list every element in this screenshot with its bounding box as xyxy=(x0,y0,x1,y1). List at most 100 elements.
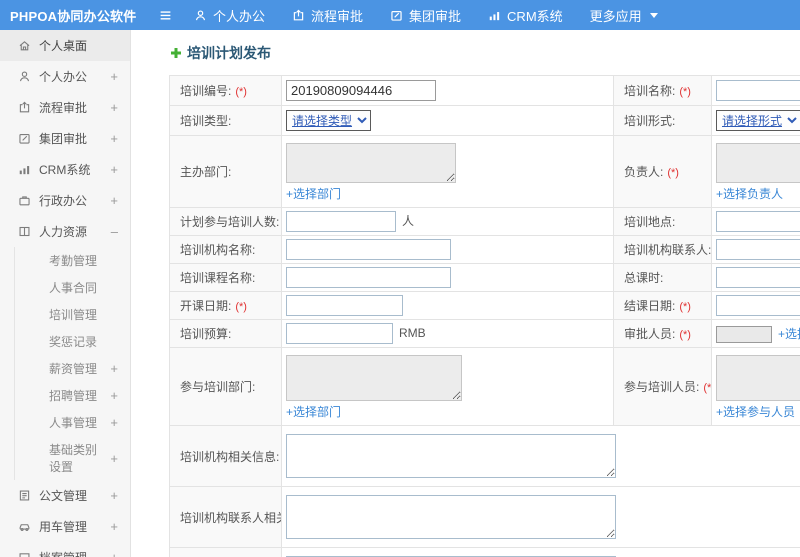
sidebar-item-personnel-contract[interactable]: 人事合同 xyxy=(15,274,130,301)
nav-more-apps[interactable]: 更多应用 xyxy=(590,6,658,25)
nav-personal-office[interactable]: 个人办公 xyxy=(194,6,265,25)
select-leader-link[interactable]: +选择负责人 xyxy=(716,185,783,202)
org-contact-info-textarea[interactable] xyxy=(286,495,616,539)
sidebar-item-base-category-settings[interactable]: 基础类别设置 + xyxy=(15,436,130,480)
host-department-textarea[interactable] xyxy=(286,143,456,183)
end-date-input[interactable] xyxy=(716,295,800,316)
field-label: 审批人员: (*) xyxy=(613,319,712,348)
field-label: 培训课程名称: xyxy=(169,263,282,292)
training-form-select[interactable]: 请选择形式 xyxy=(716,110,800,131)
required-mark: (*) xyxy=(679,301,691,313)
flow-icon xyxy=(19,101,30,113)
nav-label: 集团审批 xyxy=(409,8,462,24)
expand-plus-icon: + xyxy=(110,388,118,403)
leader-textarea[interactable] xyxy=(716,143,800,183)
sidebar-label: 流程审批 xyxy=(39,101,88,115)
nav-label: 流程审批 xyxy=(311,8,364,24)
archive-icon xyxy=(19,553,30,557)
expand-plus-icon: + xyxy=(110,361,118,376)
sidebar-label: 行政办公 xyxy=(39,194,88,208)
sidebar-item-crm-system[interactable]: CRM系统 + xyxy=(0,154,130,185)
sidebar-item-admin-office[interactable]: 行政办公 + xyxy=(0,185,130,216)
edit-icon xyxy=(19,134,30,144)
field-label: 培训编号: (*) xyxy=(169,75,282,106)
required-mark: (*) xyxy=(667,167,679,179)
field-label: 总课时: xyxy=(613,263,712,292)
chart-icon xyxy=(489,11,500,20)
field-label: 负责人: (*) xyxy=(613,135,712,208)
expand-plus-icon: + xyxy=(110,69,118,84)
collapse-minus-icon: – xyxy=(110,224,118,239)
add-plus-icon xyxy=(170,47,182,59)
sidebar-label: 用车管理 xyxy=(39,520,88,534)
nav-crm-system[interactable]: CRM系统 xyxy=(488,6,563,25)
sidebar-label: 人力资源 xyxy=(39,225,88,239)
page-title-text: 培训计划发布 xyxy=(187,45,271,61)
select-approver-link[interactable]: +选择审批人员 xyxy=(778,325,800,342)
select-department-link[interactable]: +选择部门 xyxy=(286,403,341,420)
total-hours-input[interactable] xyxy=(716,267,800,288)
approver-input[interactable] xyxy=(716,325,772,343)
expand-plus-icon: + xyxy=(110,415,118,430)
budget-input[interactable] xyxy=(286,323,393,344)
menu-toggle-button[interactable] xyxy=(150,9,180,22)
expand-plus-icon: + xyxy=(110,193,118,208)
nav-process-approval[interactable]: 流程审批 xyxy=(292,6,363,25)
sidebar-item-vehicle-management[interactable]: 用车管理 + xyxy=(0,511,130,542)
planned-participants-input[interactable] xyxy=(286,211,396,232)
participating-members-textarea[interactable] xyxy=(716,355,800,401)
org-name-input[interactable] xyxy=(286,239,451,260)
sidebar-item-training-management[interactable]: 培训管理 xyxy=(15,301,130,328)
sidebar-item-personnel-management[interactable]: 人事管理 + xyxy=(15,409,130,436)
field-label: 主办部门: xyxy=(169,135,282,208)
expand-plus-icon: + xyxy=(110,488,118,503)
expand-plus-icon: + xyxy=(110,450,118,466)
training-name-input[interactable] xyxy=(716,80,800,101)
expand-plus-icon: + xyxy=(110,519,118,534)
sidebar-label: 薪资管理 xyxy=(49,362,98,376)
select-department-link[interactable]: +选择部门 xyxy=(286,185,341,202)
sidebar-item-human-resources[interactable]: 人力资源 – xyxy=(0,216,130,247)
field-label: 参与培训部门: xyxy=(169,347,282,426)
participating-departments-textarea[interactable] xyxy=(286,355,462,401)
sidebar-item-salary-management[interactable]: 薪资管理 + xyxy=(15,355,130,382)
sidebar-item-attendance-management[interactable]: 考勤管理 xyxy=(15,247,130,274)
unit-suffix: 人 xyxy=(402,213,415,228)
chart-icon xyxy=(19,166,30,175)
sidebar-item-personal-desktop[interactable]: 个人桌面 xyxy=(0,30,130,61)
field-label: 培训预算: xyxy=(169,319,282,348)
expand-plus-icon: + xyxy=(110,131,118,146)
sidebar-item-archive-management[interactable]: 档案管理 + xyxy=(0,542,130,557)
sidebar-item-recruitment-management[interactable]: 招聘管理 + xyxy=(15,382,130,409)
required-mark: (*) xyxy=(703,382,712,394)
sidebar-label: 集团审批 xyxy=(39,132,88,146)
sidebar-label: 奖惩记录 xyxy=(49,335,98,349)
training-location-input[interactable] xyxy=(716,211,800,232)
document-icon xyxy=(19,490,30,501)
start-date-input[interactable] xyxy=(286,295,403,316)
expand-plus-icon: + xyxy=(110,550,122,557)
field-label: 培训地点: xyxy=(613,207,712,236)
home-icon xyxy=(19,41,30,51)
field-label: 开课日期: (*) xyxy=(169,291,282,320)
sidebar-item-process-approval[interactable]: 流程审批 + xyxy=(0,92,130,123)
org-contact-input[interactable] xyxy=(716,239,800,260)
training-number-input[interactable] xyxy=(286,80,436,101)
sidebar-item-personal-office[interactable]: 个人办公 + xyxy=(0,61,130,92)
org-info-textarea[interactable] xyxy=(286,434,616,478)
sidebar-item-document-management[interactable]: 公文管理 + xyxy=(0,480,130,511)
field-label: 培训类型: xyxy=(169,105,282,136)
sidebar-item-group-approval[interactable]: 集团审批 + xyxy=(0,123,130,154)
app-title: PHPOA协同办公软件 xyxy=(10,8,137,24)
field-label: 培训要求: xyxy=(169,547,282,557)
sidebar-label: 培训管理 xyxy=(49,308,98,322)
training-type-select[interactable]: 请选择类型 xyxy=(286,110,371,131)
book-icon xyxy=(19,226,30,237)
nav-group-approval[interactable]: 集团审批 xyxy=(390,6,461,25)
sidebar-label: 招聘管理 xyxy=(49,389,98,403)
course-name-input[interactable] xyxy=(286,267,451,288)
sidebar-label: 档案管理 xyxy=(39,549,87,557)
sidebar-item-reward-punishment[interactable]: 奖惩记录 xyxy=(15,328,130,355)
select-members-link[interactable]: +选择参与人员 xyxy=(716,403,795,420)
sidebar-label: 公文管理 xyxy=(39,489,88,503)
